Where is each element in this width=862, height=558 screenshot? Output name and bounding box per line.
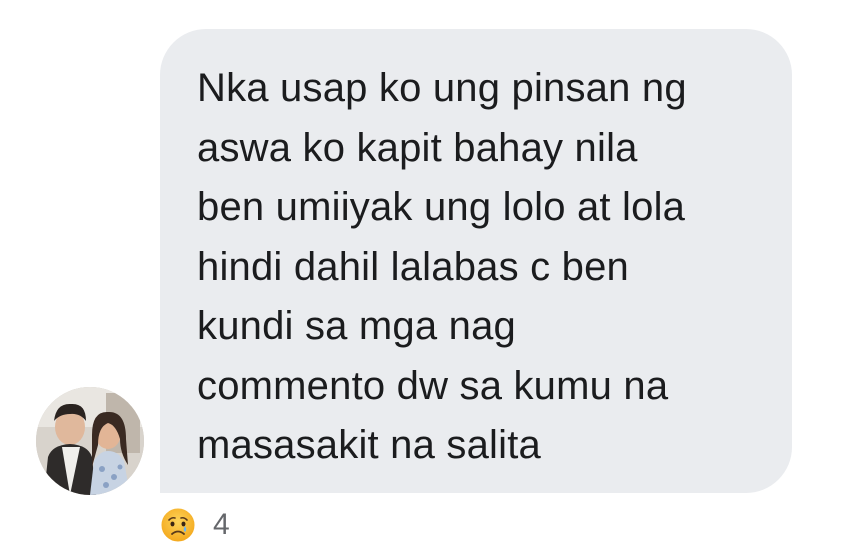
reaction-summary[interactable]: 4: [160, 506, 230, 544]
avatar-photo: [36, 387, 144, 495]
comment-bubble[interactable]: Nka usap ko ung pinsan ng aswa ko kapit …: [160, 29, 792, 493]
sad-face-icon: [160, 507, 196, 543]
reaction-count: 4: [213, 508, 230, 541]
comment-text: Nka usap ko ung pinsan ng aswa ko kapit …: [197, 66, 687, 467]
commenter-avatar[interactable]: [36, 387, 144, 495]
